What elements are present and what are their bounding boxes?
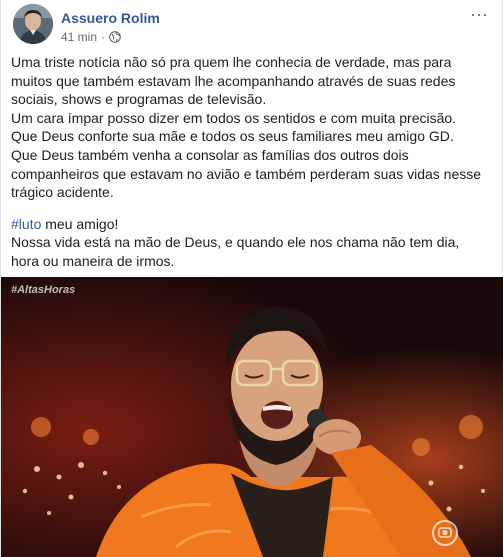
post-header: Assuero Rolim 41 min · ··· bbox=[13, 4, 492, 46]
text-line-1: Uma triste notícia não só pra quem lhe c… bbox=[11, 54, 456, 108]
globe-icon bbox=[109, 31, 121, 43]
facebook-post: Assuero Rolim 41 min · ··· Uma triste no… bbox=[0, 0, 503, 557]
video-frame bbox=[1, 277, 503, 557]
avatar-image bbox=[13, 4, 53, 44]
hashtag-link[interactable]: #luto bbox=[11, 216, 41, 232]
more-options-icon[interactable]: ··· bbox=[470, 5, 488, 23]
post-meta: 41 min · bbox=[61, 30, 121, 44]
text-line-3: Que Deus conforte sua mãe e todos os seu… bbox=[11, 128, 454, 145]
text-line-6: Nossa vida está na mão de Deus, e quando… bbox=[11, 234, 460, 269]
text-line-5: meu amigo! bbox=[41, 215, 119, 232]
tv-globo-logo-icon bbox=[431, 519, 459, 547]
post-paragraph-2: #luto meu amigo! Nossa vida está na mão … bbox=[11, 215, 491, 271]
author-avatar[interactable] bbox=[13, 4, 53, 44]
author-name[interactable]: Assuero Rolim bbox=[61, 10, 160, 26]
text-line-4: Que Deus também venha a consolar as famí… bbox=[11, 146, 482, 201]
post-timestamp[interactable]: 41 min bbox=[61, 30, 97, 44]
video-player[interactable]: #AltasHoras bbox=[1, 277, 503, 557]
text-line-2: Um cara ímpar posso dizer em todos os se… bbox=[11, 109, 457, 126]
post-paragraph-1: Uma triste notícia não só pra quem lhe c… bbox=[11, 53, 491, 202]
post-text: Uma triste notícia não só pra quem lhe c… bbox=[11, 53, 491, 271]
meta-separator: · bbox=[101, 30, 106, 44]
video-watermark: #AltasHoras bbox=[11, 284, 76, 296]
